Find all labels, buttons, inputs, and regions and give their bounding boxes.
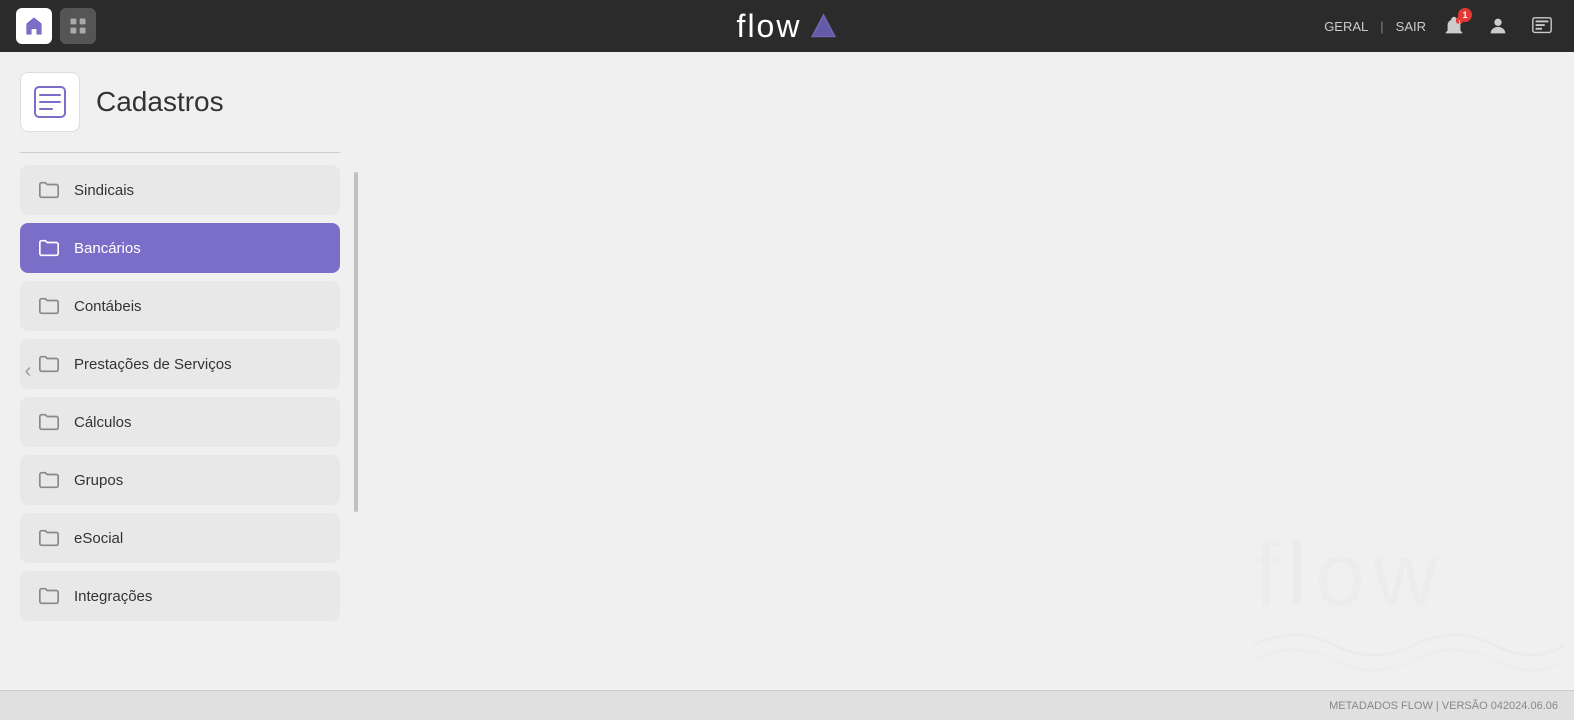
settings-button[interactable] (1526, 10, 1558, 42)
menu-item-cálculos[interactable]: Cálculos (20, 397, 340, 447)
menu-item-grupos[interactable]: Grupos (20, 455, 340, 505)
notifications-button[interactable]: 1 1 (1438, 10, 1470, 42)
folder-icon (36, 177, 62, 203)
geral-link[interactable]: GERAL (1324, 19, 1368, 34)
folder-icon (36, 525, 62, 551)
menu-item-contábeis[interactable]: Contábeis (20, 281, 340, 331)
content-area: ‹ Cadastros Sindicais (0, 52, 1574, 690)
menu-item-label: Prestações de Serviços (74, 356, 232, 373)
folder-icon (36, 409, 62, 435)
cadastros-icon (32, 84, 68, 120)
scroll-bar (354, 172, 358, 512)
topbar-separator: | (1380, 19, 1383, 34)
page-header: Cadastros (20, 72, 340, 132)
header-divider (20, 152, 340, 153)
topbar-right: GERAL | SAIR 1 1 (1324, 10, 1558, 42)
folder-icon (36, 467, 62, 493)
page-title: Cadastros (96, 86, 224, 118)
folder-icon (36, 293, 62, 319)
menu-item-prestações-de-serviços[interactable]: Prestações de Serviços (20, 339, 340, 389)
main-area: flow (360, 52, 1574, 690)
grid-menu-button[interactable] (60, 8, 96, 44)
menu-item-sindicais[interactable]: Sindicais (20, 165, 340, 215)
menu-item-bancários[interactable]: Bancários (20, 223, 340, 273)
topbar: flow GERAL | SAIR 1 1 (0, 0, 1574, 52)
home-button[interactable] (16, 8, 52, 44)
footer: METADADOS FLOW | VERSÃO 042024.06.06 (0, 690, 1574, 720)
menu-item-label: Sindicais (74, 182, 134, 199)
menu-item-label: Bancários (74, 240, 141, 257)
menu-item-label: Cálculos (74, 414, 132, 431)
notification-badge: 1 (1458, 8, 1472, 22)
collapse-sidebar-button[interactable]: ‹ (16, 351, 40, 391)
menu-item-label: Grupos (74, 472, 123, 489)
sidebar: Cadastros Sindicais Bancários Contábeis … (0, 52, 360, 690)
app-title: flow (737, 8, 802, 45)
scroll-track[interactable] (352, 172, 360, 512)
folder-icon (36, 235, 62, 261)
flow-logo-icon (809, 12, 837, 40)
menu-item-label: Contábeis (74, 298, 142, 315)
menu-item-integrações[interactable]: Integrações (20, 571, 340, 621)
topbar-left (16, 8, 96, 44)
menu-list: Sindicais Bancários Contábeis Prestações… (20, 165, 340, 621)
watermark: flow (1244, 515, 1564, 680)
version-text: METADADOS FLOW | VERSÃO 042024.06.06 (1329, 700, 1558, 712)
sair-link[interactable]: SAIR (1396, 19, 1426, 34)
svg-text:flow: flow (1254, 525, 1446, 625)
folder-icon (36, 583, 62, 609)
topbar-center: flow (737, 8, 838, 45)
menu-item-esocial[interactable]: eSocial (20, 513, 340, 563)
menu-item-label: eSocial (74, 530, 123, 547)
menu-item-label: Integrações (74, 588, 152, 605)
user-profile-button[interactable] (1482, 10, 1514, 42)
page-header-icon (20, 72, 80, 132)
